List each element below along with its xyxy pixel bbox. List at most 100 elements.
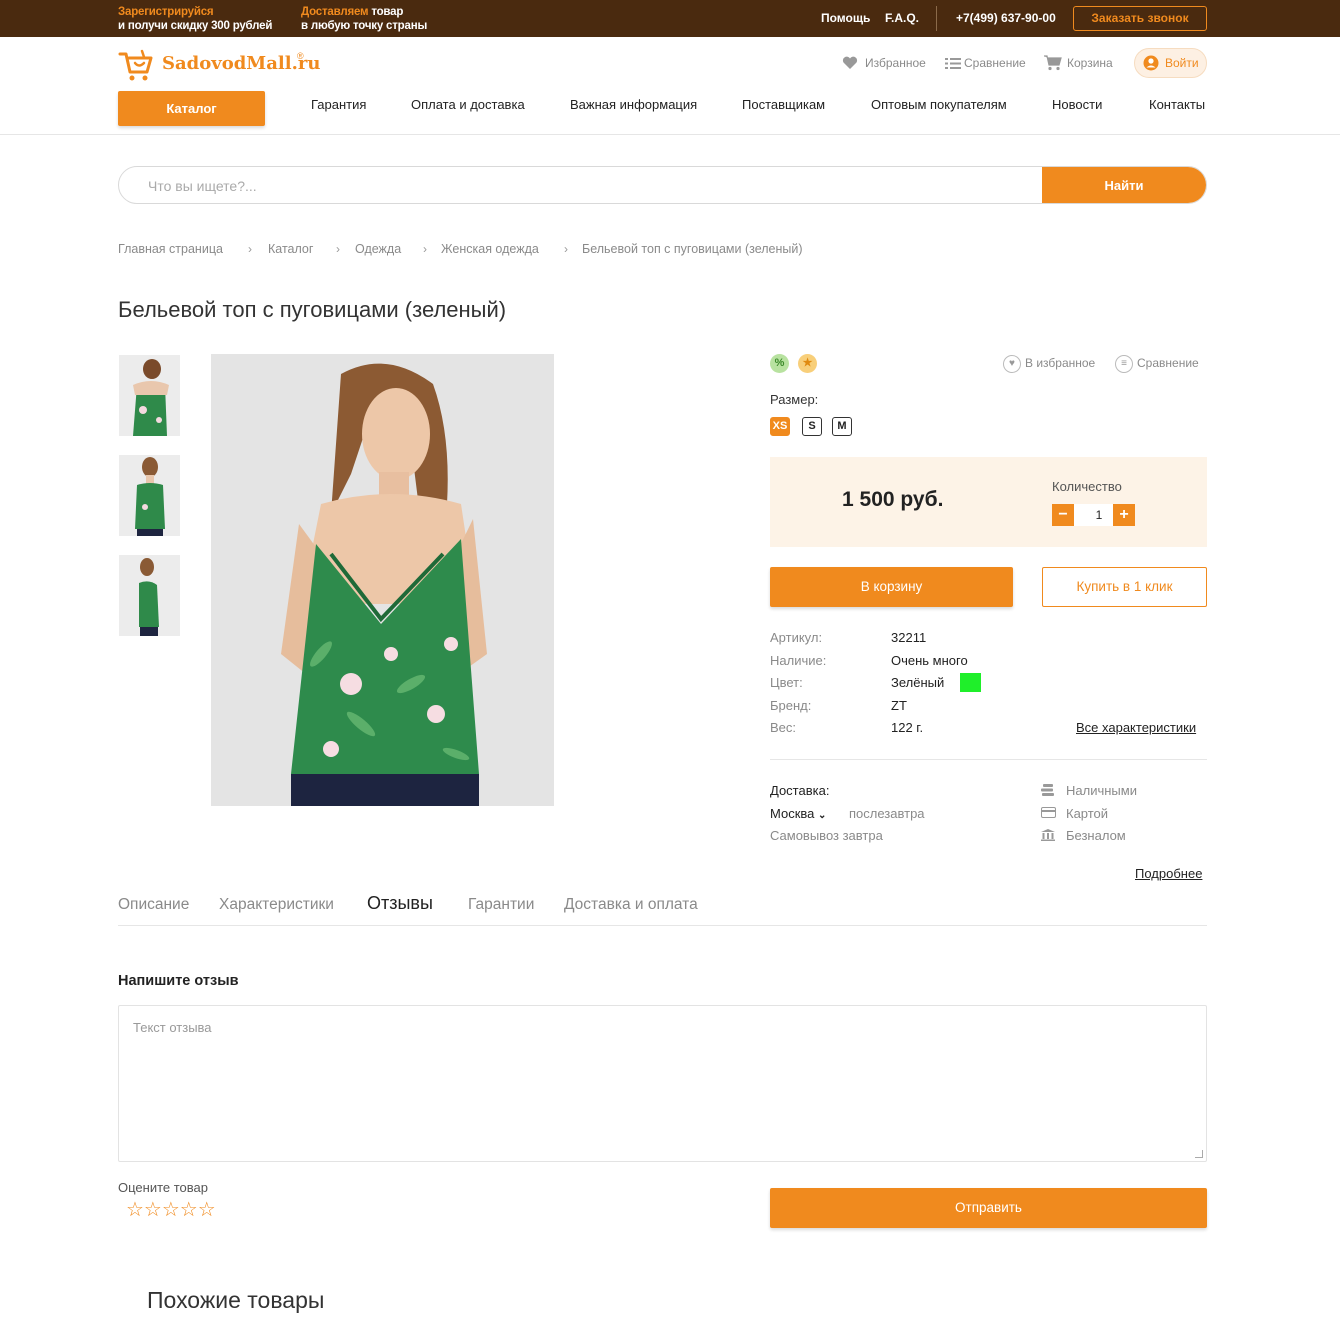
promo-delivery-highlight: Доставляем <box>301 6 369 18</box>
phone-link[interactable]: +7(499) 637-90-00 <box>956 11 1056 25</box>
header-divider <box>0 134 1340 135</box>
breadcrumb-catalog[interactable]: Каталог <box>268 242 313 256</box>
promo-register-text: и получи скидку 300 рублей <box>118 20 273 32</box>
product-title: Бельевой топ с пуговицами (зеленый) <box>118 297 507 322</box>
payment-card: Картой <box>1066 806 1109 821</box>
chevron-right-icon: › <box>248 242 252 256</box>
compare-list-icon[interactable] <box>945 57 961 70</box>
cart-icon[interactable] <box>1044 55 1062 71</box>
heart-icon: ♥ <box>1003 355 1021 373</box>
nav-important-info[interactable]: Важная информация <box>570 97 697 112</box>
compare-link[interactable]: Сравнение <box>964 56 1026 70</box>
compare-list-icon: ≡ <box>1115 355 1133 373</box>
star-badge-icon: ★ <box>798 354 817 373</box>
search-button[interactable]: Найти <box>1042 167 1206 203</box>
help-link[interactable]: Помощь <box>821 11 870 25</box>
promo-delivery-mid: товар <box>368 6 404 18</box>
all-characteristics-link[interactable]: Все характеристики <box>1076 720 1196 735</box>
rating-label: Оцените товар <box>118 1180 208 1195</box>
more-details-link[interactable]: Подробнее <box>1135 866 1202 881</box>
cash-icon <box>1041 784 1055 796</box>
login-label: Войти <box>1165 56 1199 70</box>
thumbnail-2[interactable] <box>119 455 180 536</box>
tab-reviews[interactable]: Отзывы <box>367 893 433 914</box>
spec-key-weight: Вес: <box>770 720 797 735</box>
thumbnail-3[interactable] <box>119 555 180 636</box>
delivery-time: послезавтра <box>849 806 925 821</box>
chevron-right-icon: › <box>423 242 427 256</box>
spec-value-brand: ZT <box>891 698 907 713</box>
nav-wholesale[interactable]: Оптовым покупателям <box>871 97 1007 112</box>
search-bar: Что вы ищете?... Найти <box>118 166 1207 204</box>
tab-description[interactable]: Описание <box>118 896 189 914</box>
resize-handle-icon[interactable] <box>1195 1150 1203 1158</box>
chevron-right-icon: › <box>336 242 340 256</box>
nav-contacts[interactable]: Контакты <box>1149 97 1205 112</box>
login-button[interactable]: Войти <box>1134 48 1207 78</box>
size-label: Размер: <box>770 392 819 407</box>
logo-cart-icon[interactable] <box>118 48 154 82</box>
buy-one-click-button[interactable]: Купить в 1 клик <box>1042 567 1207 607</box>
price: 1 500 руб. <box>842 488 944 511</box>
product-main-image[interactable] <box>211 354 554 806</box>
add-to-cart-button[interactable]: В корзину <box>770 567 1013 607</box>
top-bar: Зарегистрируйся и получи скидку 300 рубл… <box>0 0 1340 37</box>
quantity-decrease-button[interactable]: − <box>1052 504 1074 526</box>
tab-guarantees[interactable]: Гарантии <box>468 896 534 914</box>
logo-registered-mark: ® <box>297 51 304 61</box>
cart-link[interactable]: Корзина <box>1067 56 1113 70</box>
spec-key-sku: Артикул: <box>770 630 823 645</box>
spec-key-brand: Бренд: <box>770 698 812 713</box>
card-icon <box>1041 807 1056 819</box>
rating-stars[interactable]: ☆☆☆☆☆ <box>126 1197 216 1222</box>
size-option-xs[interactable]: XS <box>770 417 790 436</box>
user-icon <box>1143 55 1159 71</box>
breadcrumb-current: Бельевой топ с пуговицами (зеленый) <box>582 242 803 256</box>
quantity-increase-button[interactable]: + <box>1113 504 1135 526</box>
nav-suppliers[interactable]: Поставщикам <box>742 97 825 112</box>
favorites-link[interactable]: Избранное <box>865 56 926 70</box>
promo-delivery-text: в любую точку страны <box>301 20 428 32</box>
size-option-s[interactable]: S <box>802 417 822 436</box>
nav-news[interactable]: Новости <box>1052 97 1102 112</box>
spec-value-weight: 122 г. <box>891 720 924 735</box>
payment-cash: Наличными <box>1066 783 1137 798</box>
city-select-label: Москва <box>770 806 815 821</box>
price-box: 1 500 руб. Количество − 1 + <box>770 457 1207 547</box>
tab-delivery-payment[interactable]: Доставка и оплата <box>564 896 698 914</box>
faq-link[interactable]: F.A.Q. <box>885 11 919 25</box>
tabs-divider <box>118 925 1207 926</box>
city-select[interactable]: Москва ⌄ <box>770 806 826 821</box>
review-heading: Напишите отзыв <box>118 973 239 989</box>
spec-value-stock: Очень много <box>891 653 968 668</box>
promo-register[interactable]: Зарегистрируйся и получи скидку 300 рубл… <box>118 5 272 33</box>
thumbnail-1[interactable] <box>119 355 180 436</box>
add-to-compare-label: Сравнение <box>1137 356 1199 371</box>
add-to-compare[interactable]: ≡ Сравнение <box>1115 355 1199 373</box>
tab-characteristics[interactable]: Характеристики <box>219 896 334 914</box>
breadcrumb-clothing[interactable]: Одежда <box>355 242 401 256</box>
chevron-right-icon: › <box>564 242 568 256</box>
size-option-m[interactable]: M <box>832 417 852 436</box>
nav-guarantee[interactable]: Гарантия <box>311 97 366 112</box>
breadcrumb-womens[interactable]: Женская одежда <box>441 242 539 256</box>
callback-button[interactable]: Заказать звонок <box>1073 6 1207 31</box>
bank-icon <box>1041 829 1055 841</box>
heart-icon[interactable] <box>842 56 858 70</box>
payment-bank: Безналом <box>1066 828 1126 843</box>
color-swatch <box>960 673 981 692</box>
review-placeholder: Текст отзыва <box>133 1020 212 1035</box>
spec-value-color: Зелёный <box>891 675 945 690</box>
delivery-label: Доставка: <box>770 783 830 798</box>
discount-badge-icon: % <box>770 354 789 373</box>
similar-products-heading: Похожие товары <box>147 1287 325 1313</box>
search-input[interactable]: Что вы ищете?... <box>148 178 257 194</box>
spec-key-color: Цвет: <box>770 675 803 690</box>
review-textarea[interactable]: Текст отзыва <box>118 1005 1207 1162</box>
nav-payment-delivery[interactable]: Оплата и доставка <box>411 97 525 112</box>
catalog-button[interactable]: Каталог <box>118 91 265 126</box>
breadcrumb-home[interactable]: Главная страница <box>118 242 223 256</box>
add-to-favorites[interactable]: ♥ В избранное <box>1003 355 1095 373</box>
submit-review-button[interactable]: Отправить <box>770 1188 1207 1228</box>
promo-register-highlight: Зарегистрируйся <box>118 6 214 18</box>
